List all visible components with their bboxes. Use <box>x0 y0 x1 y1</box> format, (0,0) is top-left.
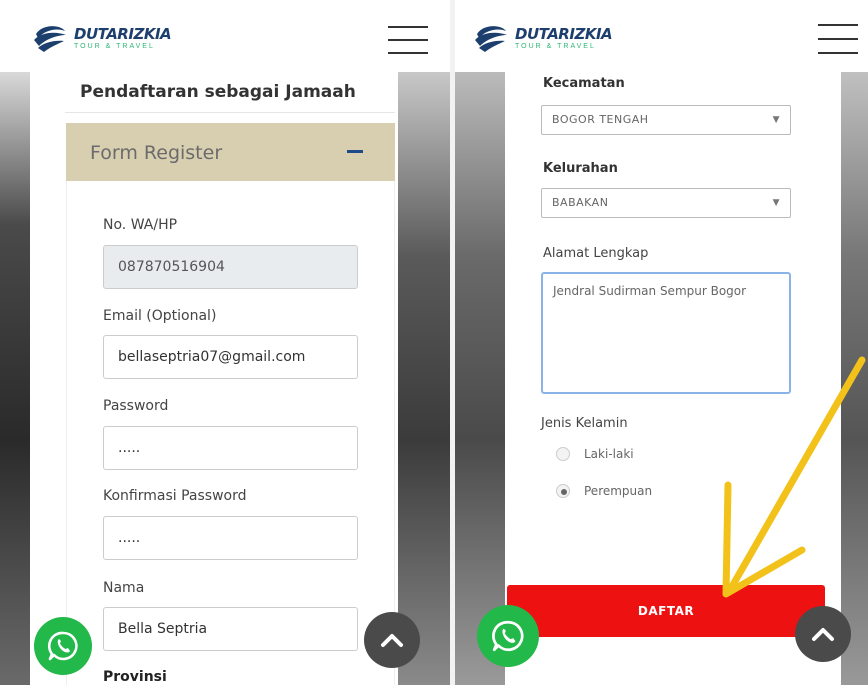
brand-tagline: TOUR & TRAVEL <box>74 42 155 50</box>
background-blur <box>455 72 505 685</box>
form-register-title: Form Register <box>90 142 223 164</box>
phone-label: No. WA/HP <box>103 217 178 233</box>
brand-logo[interactable]: DUTARIZKIA TOUR & TRAVEL <box>473 22 613 54</box>
whatsapp-button[interactable] <box>34 617 92 675</box>
province-label: Provinsi <box>103 669 167 685</box>
caret-down-icon: ▼ <box>772 115 780 125</box>
scroll-top-button[interactable] <box>795 606 851 662</box>
confirm-password-input[interactable]: ..... <box>103 516 358 560</box>
hamburger-menu-icon[interactable] <box>388 26 428 54</box>
brand-tagline: TOUR & TRAVEL <box>515 42 596 50</box>
logo-icon <box>475 26 507 52</box>
radio-icon[interactable] <box>556 447 570 461</box>
left-screen: DUTARIZKIA TOUR & TRAVEL Pendaftaran seb… <box>0 0 450 685</box>
password-label: Password <box>103 398 169 414</box>
gender-option-label: Laki-laki <box>584 447 634 461</box>
kecamatan-select[interactable]: BOGOR TENGAH ▼ <box>541 105 791 135</box>
gender-option-label: Perempuan <box>584 484 653 498</box>
form-register-header[interactable]: Form Register <box>66 123 395 181</box>
brand-name: DUTARIZKIA <box>515 24 613 43</box>
kelurahan-value: BABAKAN <box>552 196 609 209</box>
chevron-up-icon <box>381 634 403 647</box>
background-blur <box>398 72 450 685</box>
kecamatan-value: BOGOR TENGAH <box>552 113 649 126</box>
radio-checked-icon[interactable] <box>556 484 570 498</box>
phone-input[interactable]: 087870516904 <box>103 245 358 289</box>
gender-option-male[interactable]: Laki-laki <box>556 447 634 461</box>
divider <box>65 112 395 113</box>
chevron-up-icon <box>812 628 834 641</box>
name-label: Nama <box>103 580 145 596</box>
email-label: Email (Optional) <box>103 308 217 324</box>
hamburger-menu-icon[interactable] <box>818 24 858 54</box>
name-input[interactable]: Bella Septria <box>103 607 358 651</box>
background-blur <box>0 72 30 685</box>
email-input[interactable]: bellaseptria07@gmail.com <box>103 335 358 379</box>
confirm-password-label: Konfirmasi Password <box>103 488 247 504</box>
whatsapp-icon <box>492 620 524 652</box>
site-header: DUTARIZKIA TOUR & TRAVEL <box>455 0 868 72</box>
brand-name: DUTARIZKIA <box>74 24 172 43</box>
whatsapp-icon <box>47 631 78 661</box>
site-header: DUTARIZKIA TOUR & TRAVEL <box>0 0 450 72</box>
brand-logo[interactable]: DUTARIZKIA TOUR & TRAVEL <box>32 22 172 54</box>
kelurahan-select[interactable]: BABAKAN ▼ <box>541 188 791 218</box>
gender-label: Jenis Kelamin <box>541 416 628 431</box>
kelurahan-label: Kelurahan <box>543 161 618 176</box>
gender-option-female[interactable]: Perempuan <box>556 484 652 498</box>
logo-icon <box>34 26 66 52</box>
scroll-top-button[interactable] <box>364 612 420 668</box>
arrow-icon <box>722 356 866 598</box>
alamat-label: Alamat Lengkap <box>543 246 649 261</box>
kecamatan-label: Kecamatan <box>543 76 625 91</box>
minus-icon[interactable] <box>347 150 363 153</box>
caret-down-icon: ▼ <box>772 198 780 208</box>
page-title: Pendaftaran sebagai Jamaah <box>80 82 356 102</box>
password-input[interactable]: ..... <box>103 426 358 470</box>
whatsapp-button[interactable] <box>477 605 539 667</box>
